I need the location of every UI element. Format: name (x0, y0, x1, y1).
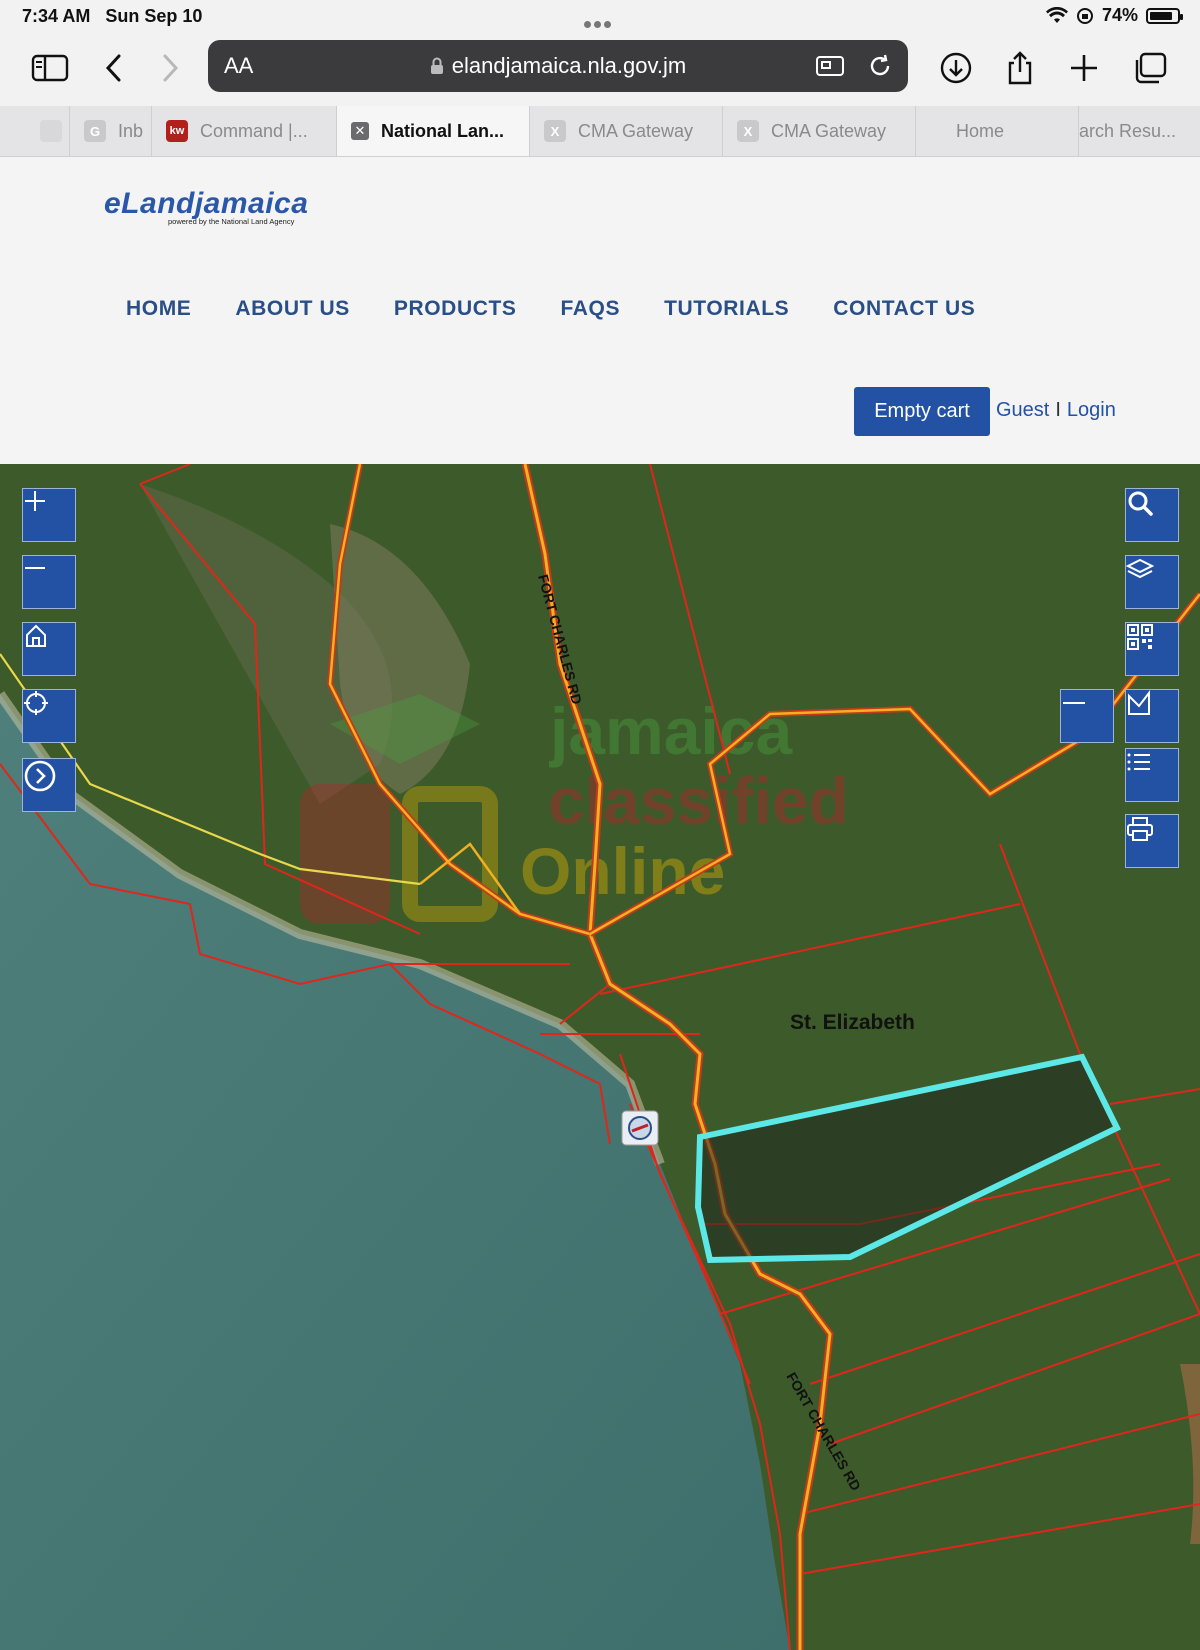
map-viewer[interactable]: jamaica classified Online FORT CHARLES R… (0, 464, 1200, 1650)
locate-button[interactable] (22, 689, 76, 743)
print-button[interactable] (1125, 814, 1179, 868)
parish-label: St. Elizabeth (790, 1011, 915, 1034)
locate-icon (24, 691, 48, 715)
home-icon (26, 624, 46, 647)
address-bar[interactable]: AA elandjamaica.nla.gov.jm (208, 40, 908, 92)
downloads-icon[interactable] (936, 48, 976, 88)
kw-icon: kw (166, 120, 188, 142)
measure-icon (1128, 690, 1150, 715)
layers-icon (1126, 558, 1154, 579)
tab-home[interactable]: Home (916, 106, 1079, 156)
user-links: Guest I Login (996, 399, 1116, 421)
empty-cart-button[interactable]: Empty cart (854, 387, 990, 436)
watermark-text-2: classified (548, 764, 849, 838)
nav-contact-us[interactable]: CONTACT US (833, 297, 975, 321)
tab-overview-icon[interactable] (1130, 48, 1170, 88)
list-icon (1127, 753, 1150, 771)
tab-cma-gateway-1[interactable]: X CMA Gateway (530, 106, 723, 156)
search-button[interactable] (1125, 488, 1179, 542)
next-extent-button[interactable] (22, 758, 76, 812)
close-tab-icon[interactable]: ✕ (351, 122, 369, 140)
tab-national-land[interactable]: ✕ National Lan... (337, 106, 530, 156)
layers-button[interactable] (1125, 555, 1179, 609)
tab-inbox[interactable]: G Inb (70, 106, 152, 156)
next-icon (24, 760, 56, 792)
guest-label: Guest (996, 399, 1050, 421)
sidebar-icon[interactable] (30, 48, 70, 88)
tab-1[interactable]: l (26, 106, 70, 156)
search-icon (1128, 491, 1153, 516)
blank-icon (40, 120, 62, 142)
nav-tutorials[interactable]: TUTORIALS (664, 297, 789, 321)
nav-faqs[interactable]: FAQS (561, 297, 621, 321)
status-bar: 7:34 AM Sun Sep 10 74% (0, 0, 1200, 34)
tab-search-results[interactable]: arch Resu... (1079, 106, 1200, 156)
site-logo[interactable]: eLandjamaica powered by the National Lan… (104, 187, 308, 226)
legend-button[interactable] (1125, 748, 1179, 802)
map-canvas[interactable]: jamaica classified Online FORT CHARLES R… (0, 464, 1200, 1650)
collapse-tools-button[interactable] (1060, 689, 1114, 743)
back-icon[interactable] (94, 48, 134, 88)
multitasking-dots[interactable] (584, 12, 618, 28)
nav-about-us[interactable]: ABOUT US (235, 297, 349, 321)
translate-icon[interactable] (814, 52, 846, 80)
battery-icon (1146, 7, 1183, 24)
measure-button[interactable] (1125, 689, 1179, 743)
zoom-out-icon (25, 567, 45, 569)
status-icons: 74% (1045, 5, 1183, 26)
browser-toolbar: AA elandjamaica.nla.gov.jm (0, 34, 1200, 106)
qr-button[interactable] (1125, 622, 1179, 676)
nav-home[interactable]: HOME (126, 297, 191, 321)
battery-percent: 74% (1101, 5, 1138, 25)
orientation-lock-icon (1076, 7, 1093, 24)
minus-icon (1063, 702, 1085, 704)
x-icon: X (737, 120, 759, 142)
location-marker-icon (621, 1110, 659, 1146)
zoom-out-button[interactable] (22, 555, 76, 609)
status-time: 7:34 AM Sun Sep 10 (22, 6, 203, 26)
tab-bar: l GInb kwCommand |... ✕National Lan... X… (0, 106, 1200, 157)
zoom-in-icon (25, 491, 45, 511)
home-extent-button[interactable] (22, 622, 76, 676)
print-icon (1127, 817, 1153, 841)
login-link[interactable]: Login (1067, 399, 1116, 421)
forward-icon[interactable] (150, 48, 190, 88)
lock-icon (430, 57, 443, 74)
nav-products[interactable]: PRODUCTS (394, 297, 517, 321)
url-text[interactable]: elandjamaica.nla.gov.jm (208, 53, 908, 79)
reload-icon[interactable] (866, 52, 894, 80)
google-icon: G (84, 120, 106, 142)
qr-icon (1127, 624, 1153, 650)
wifi-icon (1045, 6, 1068, 23)
new-tab-icon[interactable] (1064, 48, 1104, 88)
x-icon: X (544, 120, 566, 142)
tab-cma-gateway-2[interactable]: X CMA Gateway (723, 106, 916, 156)
zoom-in-button[interactable] (22, 488, 76, 542)
site-header: eLandjamaica powered by the National Lan… (0, 157, 1200, 464)
main-nav: HOME ABOUT US PRODUCTS FAQS TUTORIALS CO… (126, 297, 975, 321)
share-icon[interactable] (1000, 48, 1040, 88)
tab-command[interactable]: kw Command |... (152, 106, 337, 156)
